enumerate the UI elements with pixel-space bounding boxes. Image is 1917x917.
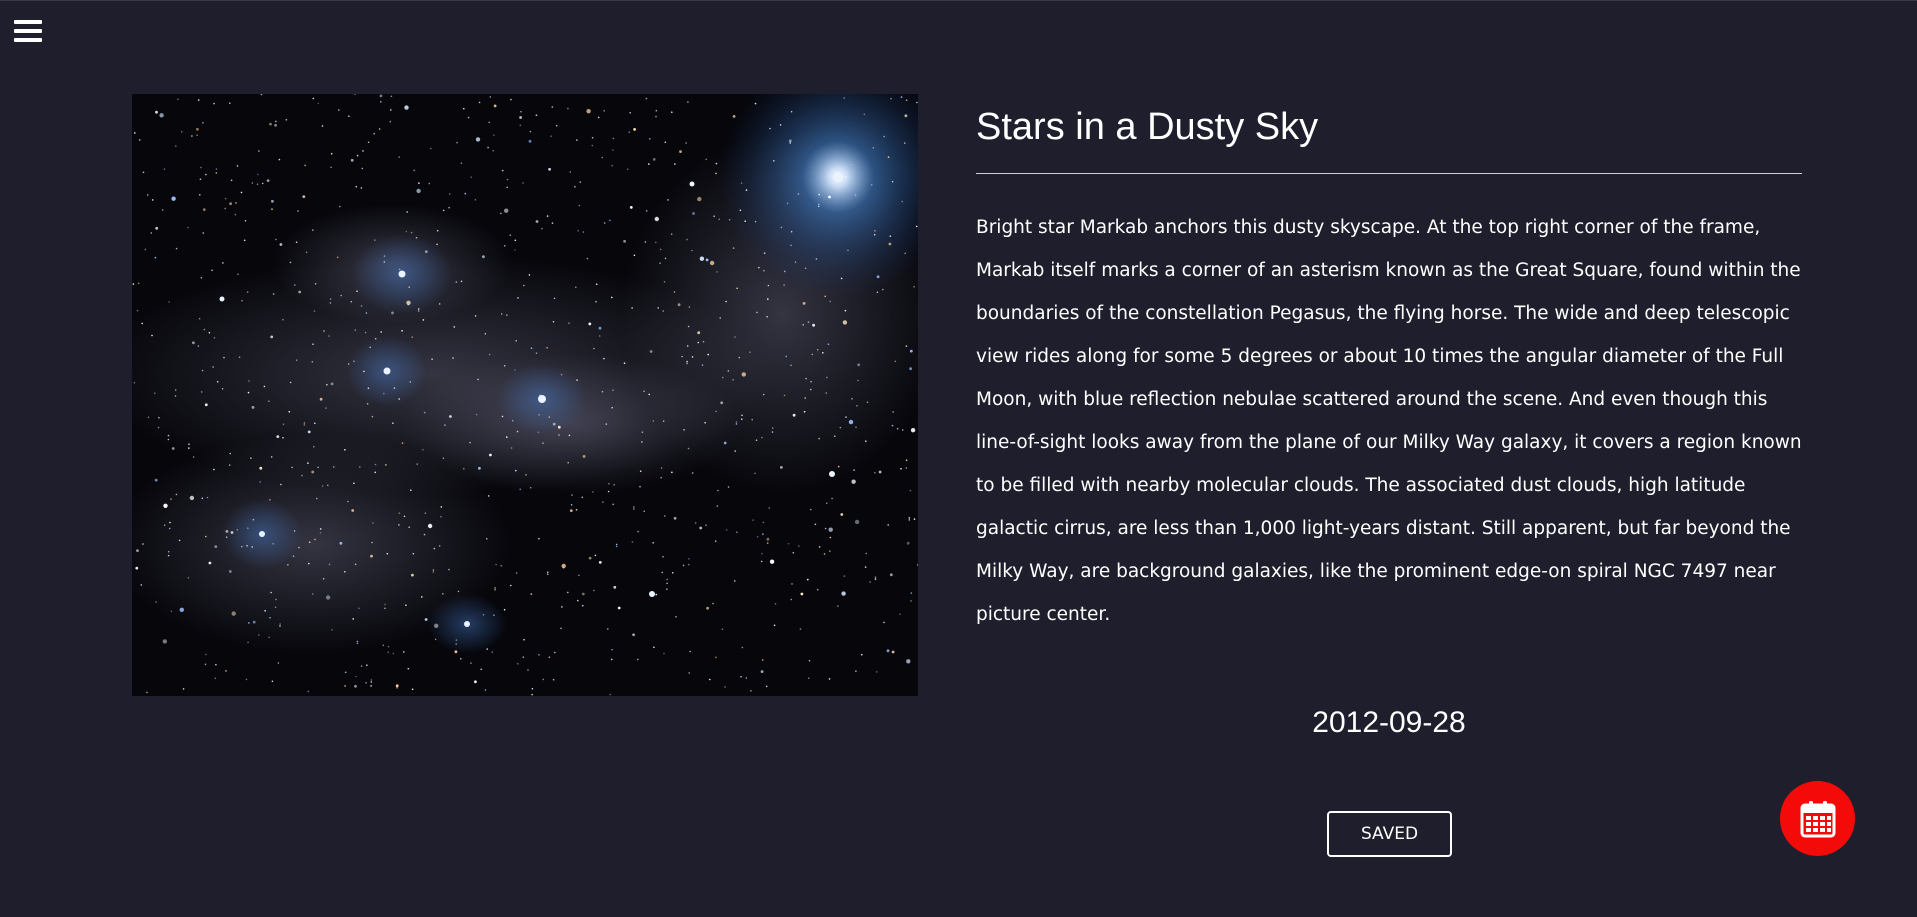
calendar-fab-button[interactable] bbox=[1780, 781, 1855, 856]
menu-bar bbox=[14, 20, 42, 24]
apod-description: Bright star Markab anchors this dusty sk… bbox=[976, 217, 1802, 625]
apod-date: 2012-09-28 bbox=[1312, 706, 1466, 739]
menu-bar bbox=[14, 38, 42, 42]
page-title: Stars in a Dusty Sky bbox=[976, 106, 1319, 148]
calendar-icon bbox=[1800, 800, 1835, 837]
top-border bbox=[0, 0, 1917, 1]
apod-image bbox=[132, 94, 918, 696]
hamburger-menu-icon[interactable] bbox=[14, 20, 42, 46]
menu-bar bbox=[14, 29, 42, 33]
title-divider bbox=[976, 173, 1802, 174]
saved-button[interactable]: SAVED bbox=[1327, 811, 1452, 857]
